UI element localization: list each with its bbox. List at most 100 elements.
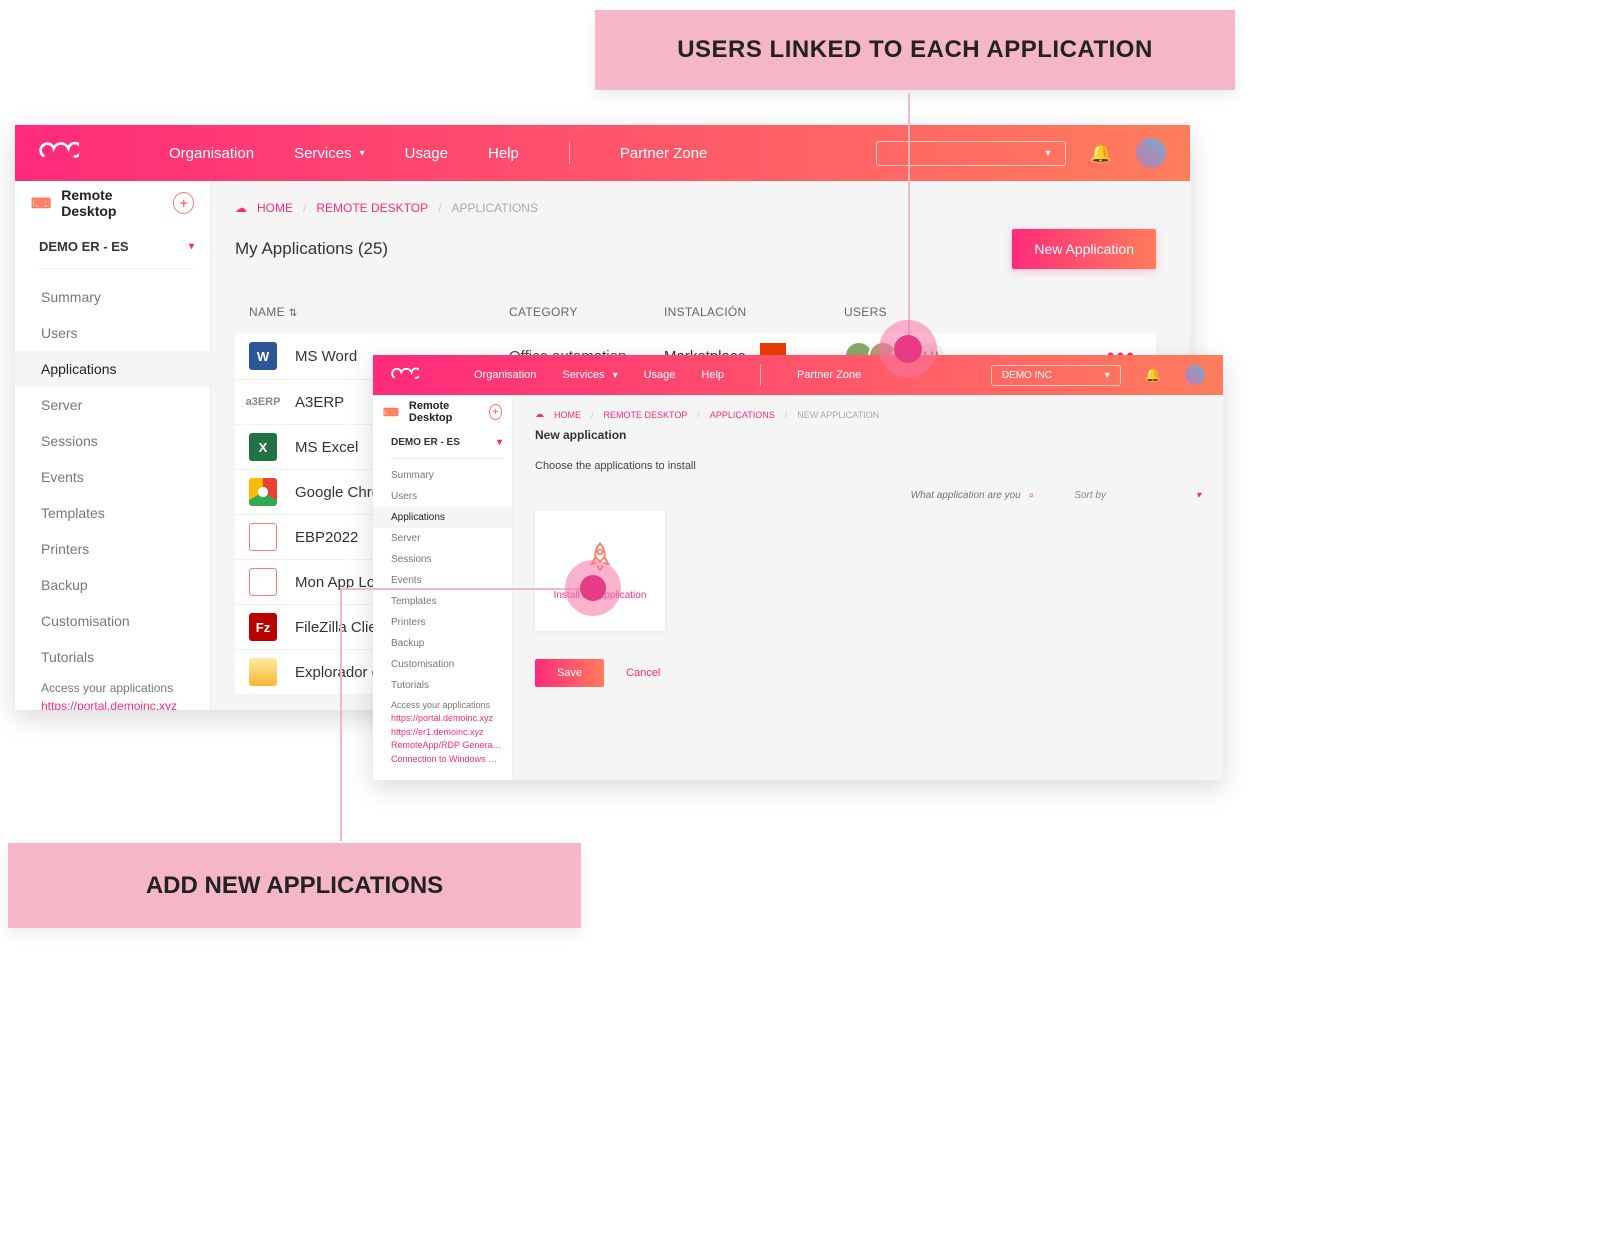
logo-icon[interactable] xyxy=(39,139,79,167)
callout-add-apps: ADD NEW APPLICATIONS xyxy=(8,843,581,928)
search-icon[interactable]: ⌕ xyxy=(1029,490,1035,501)
sidebar-item-events[interactable]: Events xyxy=(15,459,210,495)
crumb-applications: APPLICATIONS xyxy=(451,201,537,215)
link-portal[interactable]: https://portal.demoinc.xyz xyxy=(41,697,194,710)
org-dropdown[interactable]: DEMO INC▾ xyxy=(991,365,1121,386)
sidebar-item-customisation[interactable]: Customisation xyxy=(15,603,210,639)
sidebar-item-templates[interactable]: Templates xyxy=(15,495,210,531)
chevron-down-icon: ▾ xyxy=(613,370,618,381)
sidebar-item-backup[interactable]: Backup xyxy=(373,633,512,654)
nav-organisation[interactable]: Organisation xyxy=(474,369,536,381)
a3erp-icon: a3ERP xyxy=(249,388,277,416)
cancel-button[interactable]: Cancel xyxy=(626,667,660,679)
cloud-icon: ☁ xyxy=(235,201,247,215)
add-button[interactable]: + xyxy=(173,192,194,214)
crumb-remote-desktop[interactable]: REMOTE DESKTOP xyxy=(604,410,688,420)
explorer-icon xyxy=(249,658,277,686)
sidebar-item-users[interactable]: Users xyxy=(373,486,512,507)
sidebar-item-sessions[interactable]: Sessions xyxy=(373,549,512,570)
link-portal[interactable]: https://portal.demoinc.xyz xyxy=(391,712,502,726)
search-input[interactable] xyxy=(911,490,1021,501)
add-button[interactable]: + xyxy=(489,404,502,420)
nav-usage[interactable]: Usage xyxy=(405,145,448,162)
link-connection[interactable]: Connection to Windows Rem… xyxy=(391,753,502,767)
filezilla-icon: Fz xyxy=(249,613,277,641)
nav-usage[interactable]: Usage xyxy=(644,369,676,381)
save-button[interactable]: Save xyxy=(535,659,604,687)
sidebar-footer: Access your applications https://portal.… xyxy=(15,675,210,710)
nav-organisation[interactable]: Organisation xyxy=(169,145,254,162)
sidebar-item-tutorials[interactable]: Tutorials xyxy=(373,675,512,696)
callout-connector xyxy=(340,588,342,841)
nav-help[interactable]: Help xyxy=(701,369,724,381)
callout-users-linked: USERS LINKED TO EACH APPLICATION xyxy=(595,10,1235,90)
sort-dropdown[interactable]: Sort by▾ xyxy=(1074,490,1201,501)
callout-connector xyxy=(908,93,910,343)
chevron-down-icon: ▾ xyxy=(497,437,502,448)
nav-help[interactable]: Help xyxy=(488,145,519,162)
sidebar-item-applications[interactable]: Applications xyxy=(15,351,210,387)
excel-icon: X xyxy=(249,433,277,461)
nav-partner-zone[interactable]: Partner Zone xyxy=(797,369,861,381)
sidebar-item-summary[interactable]: Summary xyxy=(15,279,210,315)
sidebar-item-printers[interactable]: Printers xyxy=(15,531,210,567)
filter-row: ⌕ Sort by▾ xyxy=(535,490,1201,501)
col-users[interactable]: USERS xyxy=(844,305,1142,319)
bell-icon[interactable]: 🔔 xyxy=(1145,367,1161,383)
app-name: MS Excel xyxy=(295,439,358,456)
logo-icon[interactable] xyxy=(391,365,419,386)
crumb-home[interactable]: HOME xyxy=(554,410,581,420)
user-avatar[interactable] xyxy=(1185,365,1205,385)
crumb-remote-desktop[interactable]: REMOTE DESKTOP xyxy=(316,201,428,215)
col-category[interactable]: CATEGORY xyxy=(509,305,664,319)
sidebar-heading: ⌨ Remote Desktop + xyxy=(15,181,210,229)
sidebar-org-dropdown[interactable]: DEMO ER - ES▾ xyxy=(15,229,210,268)
search-box[interactable]: ⌕ xyxy=(911,490,1035,501)
crumb-new-application: NEW APPLICATION xyxy=(797,410,879,420)
nav-partner-zone[interactable]: Partner Zone xyxy=(620,145,708,162)
sidebar-item-users[interactable]: Users xyxy=(15,315,210,351)
chevron-down-icon: ▾ xyxy=(360,148,365,159)
sidebar-item-printers[interactable]: Printers xyxy=(373,612,512,633)
sidebar-item-summary[interactable]: Summary xyxy=(373,465,512,486)
divider xyxy=(39,268,194,269)
app-name: EBP2022 xyxy=(295,529,358,546)
crumb-applications[interactable]: APPLICATIONS xyxy=(710,410,775,420)
sidebar-item-backup[interactable]: Backup xyxy=(15,567,210,603)
callout-connector xyxy=(340,588,590,590)
sidebar-item-server[interactable]: Server xyxy=(15,387,210,423)
nav-services[interactable]: Services▾ xyxy=(562,369,617,381)
app-name: A3ERP xyxy=(295,394,344,411)
sort-icon: ⇅ xyxy=(289,308,298,319)
nav-services[interactable]: Services▾ xyxy=(294,145,365,162)
sidebar-footer: Access your applications https://portal.… xyxy=(373,696,512,767)
user-avatar[interactable] xyxy=(1136,138,1166,168)
nav-divider xyxy=(569,142,570,164)
remote-desktop-icon: ⌨ xyxy=(31,195,51,212)
sidebar-item-customisation[interactable]: Customisation xyxy=(373,654,512,675)
breadcrumb: ☁ HOME/ REMOTE DESKTOP/ APPLICATIONS/ NE… xyxy=(535,409,1201,420)
link-er1[interactable]: https://er1.demoinc.xyz xyxy=(391,726,502,740)
highlight-dot xyxy=(580,575,606,601)
word-icon: W xyxy=(249,342,277,370)
sidebar-item-server[interactable]: Server xyxy=(373,528,512,549)
col-name[interactable]: NAME⇅ xyxy=(249,305,509,319)
page-subtitle: Choose the applications to install xyxy=(535,460,1201,472)
crumb-home[interactable]: HOME xyxy=(257,201,293,215)
topbar: Organisation Services▾ Usage Help Partne… xyxy=(15,125,1190,181)
sidebar-item-tutorials[interactable]: Tutorials xyxy=(15,639,210,675)
sidebar-item-sessions[interactable]: Sessions xyxy=(15,423,210,459)
sidebar-item-applications[interactable]: Applications xyxy=(373,507,512,528)
link-remoteapp[interactable]: RemoteApp/RDP Generator? xyxy=(391,739,502,753)
org-dropdown[interactable]: ▾ xyxy=(876,141,1066,166)
cloud-icon: ☁ xyxy=(535,409,544,420)
topbar: Organisation Services▾ Usage Help Partne… xyxy=(373,355,1223,395)
sidebar-item-templates[interactable]: Templates xyxy=(373,591,512,612)
col-install[interactable]: INSTALACIÓN xyxy=(664,305,844,319)
chrome-icon xyxy=(249,478,277,506)
remote-desktop-icon: ⌨ xyxy=(383,406,399,419)
new-application-button[interactable]: New Application xyxy=(1012,229,1156,269)
sidebar-org-dropdown[interactable]: DEMO ER - ES▾ xyxy=(373,429,512,458)
bell-icon[interactable]: 🔔 xyxy=(1090,143,1112,164)
sidebar-menu: Summary Users Applications Server Sessio… xyxy=(373,465,512,696)
